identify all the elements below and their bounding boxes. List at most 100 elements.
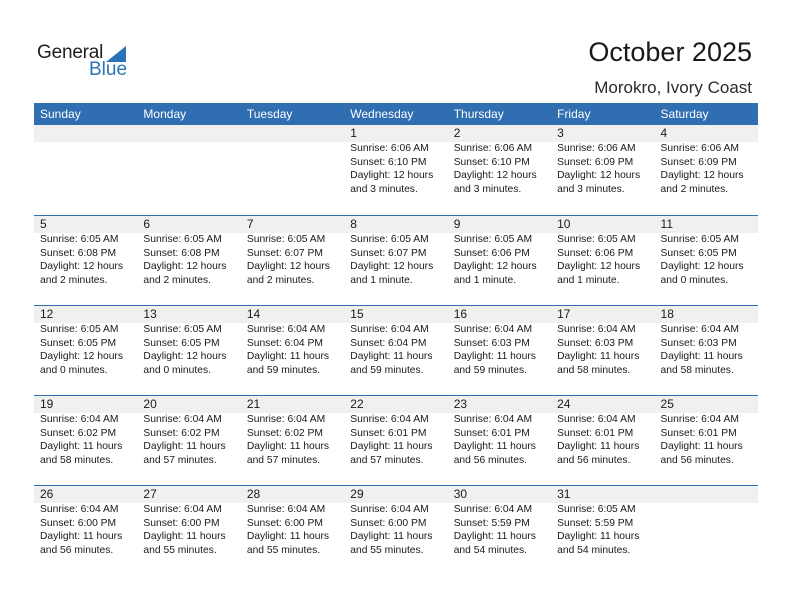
daylight-hours: Daylight: 12 hours [350, 261, 434, 272]
sunset-time: Sunset: 6:05 PM [143, 337, 220, 349]
empty-day-cell [137, 125, 240, 196]
day-cell: 17 Sunrise: 6:04 AM Sunset: 6:03 PM Dayligh… [551, 306, 654, 377]
day-info: Sunrise: 6:04 AM Sunset: 5:59 PM Daylight:… [454, 503, 551, 557]
day-number: 19 [40, 397, 54, 411]
daylight-minutes: and 1 minute. [350, 274, 413, 286]
day-number: 11 [660, 217, 673, 231]
sunrise-time: Sunrise: 6:04 AM [40, 414, 119, 425]
day-info: Sunrise: 6:06 AM Sunset: 6:10 PM Daylight:… [350, 142, 447, 196]
day-number: 30 [453, 487, 468, 501]
week-row: 5 Sunrise: 6:05 AM Sunset: 6:08 PM Daylight… [34, 215, 758, 305]
daylight-minutes: and 57 minutes. [143, 454, 217, 466]
day-cell: 24 Sunrise: 6:04 AM Sunset: 6:01 PM Dayligh… [551, 396, 654, 467]
day-info: Sunrise: 6:05 AM Sunset: 6:07 PM Daylight:… [350, 233, 447, 287]
day-info: Sunrise: 6:05 AM Sunset: 6:05 PM Daylight:… [661, 233, 758, 287]
weeks-container: 1 Sunrise: 6:06 AM Sunset: 6:10 PM Daylight… [34, 125, 758, 575]
sunset-time: Sunset: 6:02 PM [40, 427, 117, 439]
day-cell: 10 Sunrise: 6:05 AM Sunset: 6:06 PM Dayligh… [551, 216, 654, 287]
daylight-hours: Daylight: 12 hours [453, 261, 537, 272]
day-cell: 2 Sunrise: 6:06 AM Sunset: 6:10 PM Daylight… [448, 125, 551, 196]
daylight-minutes: and 55 minutes. [246, 544, 321, 556]
day-info: Sunrise: 6:06 AM Sunset: 6:10 PM Daylight:… [454, 142, 551, 196]
daylight-minutes: and 56 minutes. [453, 454, 527, 466]
sunset-time: Sunset: 6:04 PM [350, 337, 427, 349]
day-cell: 8 Sunrise: 6:05 AM Sunset: 6:07 PM Daylight… [344, 216, 447, 287]
daylight-minutes: and 56 minutes. [40, 544, 114, 556]
daylight-minutes: and 2 minutes. [660, 183, 729, 195]
daylight-minutes: and 55 minutes. [350, 544, 424, 556]
weekday-saturday: Saturday [660, 107, 709, 121]
daylight-minutes: and 0 minutes. [143, 364, 211, 376]
day-info: Sunrise: 6:04 AM Sunset: 6:04 PM Daylight:… [247, 323, 344, 377]
sunset-time: Sunset: 6:00 PM [143, 517, 220, 529]
daylight-hours: Daylight: 11 hours [557, 351, 640, 362]
daylight-hours: Daylight: 12 hours [40, 261, 123, 272]
daylight-hours: Daylight: 11 hours [557, 441, 640, 452]
sunrise-time: Sunrise: 6:04 AM [143, 414, 222, 425]
day-number: 9 [453, 217, 461, 231]
daylight-minutes: and 0 minutes. [660, 274, 729, 286]
day-info: Sunrise: 6:04 AM Sunset: 6:00 PM Daylight:… [247, 503, 344, 557]
daylight-hours: Daylight: 11 hours [453, 441, 536, 452]
sunset-time: Sunset: 6:01 PM [350, 427, 427, 439]
daylight-hours: Daylight: 11 hours [453, 351, 536, 362]
sunset-time: Sunset: 6:02 PM [143, 427, 220, 439]
day-info: Sunrise: 6:04 AM Sunset: 6:03 PM Daylight:… [454, 323, 551, 377]
week-cells: 5 Sunrise: 6:05 AM Sunset: 6:08 PM Daylight… [34, 216, 758, 287]
sunrise-time: Sunrise: 6:05 AM [40, 234, 119, 245]
day-number: 31 [557, 487, 571, 501]
day-info: Sunrise: 6:05 AM Sunset: 6:08 PM Daylight:… [40, 233, 137, 287]
day-cell: 27 Sunrise: 6:04 AM Sunset: 6:00 PM Dayligh… [137, 486, 240, 557]
daylight-minutes: and 55 minutes. [143, 544, 217, 556]
day-cell: 7 Sunrise: 6:05 AM Sunset: 6:07 PM Daylight… [241, 216, 344, 287]
sunrise-time: Sunrise: 6:04 AM [660, 324, 739, 335]
sunrise-time: Sunrise: 6:04 AM [246, 504, 326, 515]
sunrise-time: Sunrise: 6:04 AM [557, 324, 636, 335]
sunset-time: Sunset: 6:06 PM [557, 247, 634, 259]
daylight-hours: Daylight: 12 hours [143, 261, 227, 272]
daylight-minutes: and 59 minutes. [453, 364, 527, 376]
sunrise-time: Sunrise: 6:04 AM [453, 504, 533, 515]
day-number: 21 [246, 397, 261, 411]
sunset-time: Sunset: 6:05 PM [40, 337, 117, 349]
weekday-header: Sunday Monday Tuesday Wednesday Thursday… [34, 103, 758, 125]
sunset-time: Sunset: 6:03 PM [453, 337, 530, 349]
week-row: 19 Sunrise: 6:04 AM Sunset: 6:02 PM Dayligh… [34, 395, 758, 485]
sunrise-time: Sunrise: 6:05 AM [143, 234, 222, 245]
location-subtitle: Morokro, Ivory Coast [594, 78, 752, 97]
sunset-time: Sunset: 6:00 PM [246, 517, 323, 529]
daylight-hours: Daylight: 11 hours [246, 531, 330, 542]
day-info: Sunrise: 6:06 AM Sunset: 6:09 PM Daylight:… [661, 142, 758, 196]
daylight-hours: Daylight: 12 hours [557, 170, 641, 181]
sunset-time: Sunset: 6:07 PM [246, 247, 323, 259]
daylight-hours: Daylight: 11 hours [557, 531, 640, 542]
daylight-hours: Daylight: 11 hours [453, 531, 536, 542]
day-number: 8 [350, 217, 357, 231]
day-cell: 20 Sunrise: 6:04 AM Sunset: 6:02 PM Dayligh… [137, 396, 240, 467]
sunrise-time: Sunrise: 6:05 AM [40, 324, 119, 335]
day-number: 3 [557, 126, 564, 140]
daylight-minutes: and 56 minutes. [660, 454, 734, 466]
day-number: 20 [143, 397, 157, 411]
day-number: 23 [453, 397, 468, 411]
weekday-monday: Monday [143, 107, 187, 121]
daylight-minutes: and 58 minutes. [40, 454, 114, 466]
sunset-time: Sunset: 6:06 PM [453, 247, 530, 259]
day-info: Sunrise: 6:04 AM Sunset: 6:00 PM Daylight:… [40, 503, 137, 557]
sunrise-time: Sunrise: 6:05 AM [453, 234, 533, 245]
sunset-time: Sunset: 6:02 PM [246, 427, 323, 439]
day-cell: 11 Sunrise: 6:05 AM Sunset: 6:05 PM Dayligh… [655, 216, 758, 287]
weekday-sunday: Sunday [40, 107, 81, 121]
day-info: Sunrise: 6:04 AM Sunset: 6:00 PM Daylight:… [350, 503, 447, 557]
sunset-time: Sunset: 6:00 PM [350, 517, 427, 529]
logo-text-blue: Blue [89, 59, 128, 80]
day-cell: 23 Sunrise: 6:04 AM Sunset: 6:01 PM Dayligh… [448, 396, 551, 467]
daylight-hours: Daylight: 11 hours [350, 441, 433, 452]
day-info: Sunrise: 6:04 AM Sunset: 6:02 PM Daylight:… [40, 413, 137, 467]
sunrise-time: Sunrise: 6:04 AM [350, 324, 429, 335]
daylight-minutes: and 3 minutes. [557, 183, 625, 195]
day-info: Sunrise: 6:04 AM Sunset: 6:04 PM Daylight:… [350, 323, 447, 377]
sunset-time: Sunset: 6:01 PM [557, 427, 634, 439]
day-cell: 5 Sunrise: 6:05 AM Sunset: 6:08 PM Daylight… [34, 216, 137, 287]
sunrise-time: Sunrise: 6:06 AM [660, 143, 739, 154]
